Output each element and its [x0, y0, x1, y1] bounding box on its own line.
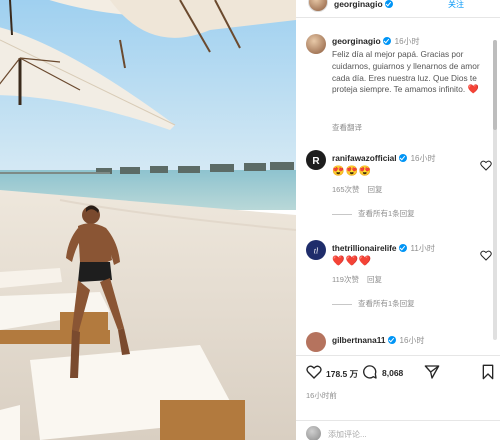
comment-text: ❤️❤️❤️ — [332, 256, 373, 267]
see-translation-link[interactable]: 查看翻译 — [332, 122, 362, 133]
comments-scrollbar[interactable] — [493, 40, 497, 340]
heart-emoji: ❤️ — [467, 84, 479, 95]
comment-meta: 119次赞 回复 — [332, 274, 382, 285]
comment-time: 16小时 — [399, 336, 425, 345]
caption-text: Feliz día al mejor papá. Gracias por cui… — [332, 49, 480, 95]
comment-like-heart-icon[interactable] — [480, 160, 492, 171]
verified-badge-icon — [398, 154, 407, 162]
verified-badge-icon — [398, 244, 407, 252]
verified-badge-icon — [387, 336, 396, 344]
comment-text: 😍😍😍 — [332, 166, 373, 177]
scrollbar-thumb[interactable] — [493, 40, 497, 130]
post-timestamp: 16小时前 — [306, 391, 337, 400]
caption-avatar[interactable] — [306, 34, 326, 54]
comment-header: ranifawazofficial 16小时 — [332, 153, 435, 164]
commenter-avatar[interactable]: tl — [306, 240, 326, 260]
caption-time: 16小时 — [394, 37, 420, 46]
post-side-panel: georginagio 关注 georginagio 16小时 Feliz día… — [296, 0, 500, 440]
header-divider — [296, 17, 500, 18]
svg-text:R: R — [312, 156, 320, 167]
post-header: georginagio 关注 — [296, 0, 500, 14]
comment-bubble-icon[interactable] — [362, 364, 378, 380]
verified-badge-icon — [382, 37, 391, 45]
verified-badge-icon — [384, 0, 393, 8]
view-replies-link[interactable]: 查看所有1条回复 — [332, 208, 415, 219]
comment-count[interactable]: 8,068 — [382, 368, 403, 378]
comment-meta: 165次赞 回复 — [332, 184, 383, 195]
comment-time: 16小时 — [410, 154, 436, 163]
actions-divider — [296, 355, 500, 356]
post-photo[interactable] — [0, 0, 296, 440]
share-send-icon[interactable] — [424, 364, 440, 380]
comment-username[interactable]: gilbertnana11 — [332, 335, 386, 345]
like-count[interactable]: 178.5 万 — [326, 368, 358, 380]
follow-button[interactable]: 关注 — [448, 0, 464, 9]
author-username[interactable]: georginagio — [334, 0, 393, 9]
like-heart-icon[interactable] — [306, 364, 322, 380]
post-actions: 178.5 万 8,068 — [306, 364, 496, 384]
bookmark-icon[interactable] — [480, 364, 496, 380]
tl-logo-icon: tl — [314, 247, 319, 256]
comment-likes[interactable]: 165次赞 — [332, 185, 360, 194]
current-user-avatar — [306, 426, 321, 440]
comment-username[interactable]: ranifawazofficial — [332, 153, 397, 163]
comment-header: thetrillionairelife 11小时 — [332, 243, 435, 254]
add-comment-input[interactable]: 添加评论... — [328, 429, 367, 440]
author-avatar[interactable] — [308, 0, 328, 12]
comment-likes[interactable]: 119次赞 — [332, 275, 359, 284]
comment-time: 11小时 — [410, 244, 435, 253]
caption-header: georginagio 16小时 — [332, 36, 420, 47]
comment-item: gilbertnana11 16小时 — [306, 332, 496, 352]
add-comment-bar[interactable]: 添加评论... — [296, 420, 500, 440]
view-replies-link[interactable]: 查看所有1条回复 — [332, 298, 415, 309]
reply-button[interactable]: 回复 — [368, 185, 383, 194]
commenter-avatar[interactable]: R — [306, 150, 326, 170]
comment-like-heart-icon[interactable] — [480, 250, 492, 261]
r-logo-icon: R — [312, 156, 320, 167]
comment-header: gilbertnana11 16小时 — [332, 335, 424, 346]
reply-button[interactable]: 回复 — [367, 275, 382, 284]
svg-text:tl: tl — [314, 247, 319, 256]
commenter-avatar[interactable] — [306, 332, 326, 352]
comment-username[interactable]: thetrillionairelife — [332, 243, 397, 253]
caption-username[interactable]: georginagio — [332, 36, 381, 46]
